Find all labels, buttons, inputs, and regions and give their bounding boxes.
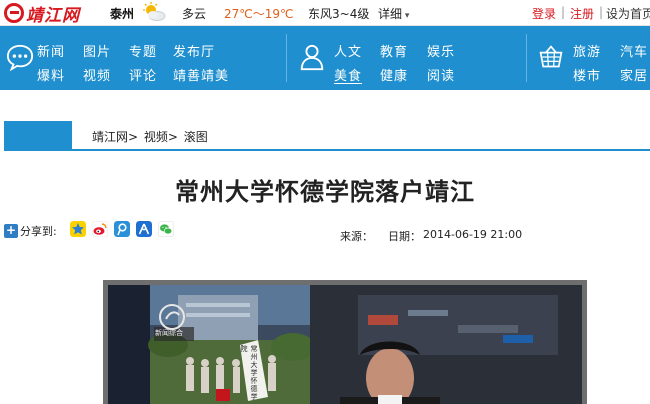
- nav-link-education[interactable]: 教育: [380, 41, 408, 60]
- source-label: 来源：: [340, 230, 373, 243]
- breadcrumb-bar: 靖江网> 视频> 滚图: [4, 121, 650, 151]
- article-title: 常州大学怀德学院落户靖江: [175, 178, 475, 206]
- nav-link-tips[interactable]: 爆料: [37, 65, 65, 84]
- nav-link-press[interactable]: 发布厅: [173, 41, 215, 60]
- date-label: 日期：: [388, 230, 421, 243]
- video-frame[interactable]: 新闻综合 常州大学怀德学院: [108, 285, 582, 404]
- nav-divider: [526, 34, 527, 82]
- nav-link-pictures[interactable]: 图片: [83, 41, 111, 60]
- share-icons: [70, 221, 174, 237]
- register-link[interactable]: 注册: [570, 5, 594, 22]
- breadcrumb-item-site[interactable]: 靖江网>: [92, 130, 138, 144]
- sun-cloud-icon: [143, 2, 166, 21]
- separator: |: [561, 5, 566, 19]
- nav-link-travel[interactable]: 旅游: [573, 41, 601, 60]
- video-player[interactable]: 新闻综合 常州大学怀德学院: [103, 280, 587, 404]
- nav-link-comments[interactable]: 评论: [129, 65, 157, 84]
- plus-icon: +: [4, 223, 18, 238]
- breadcrumb: 靖江网> 视频> 滚图: [92, 128, 210, 145]
- nav-link-video[interactable]: 视频: [83, 65, 111, 84]
- breadcrumb-accent-block: [4, 121, 72, 151]
- nav-link-property[interactable]: 楼市: [573, 65, 601, 84]
- qzone-icon[interactable]: [70, 221, 86, 237]
- weather-detail-link[interactable]: 详细: [378, 5, 409, 22]
- weibo-icon[interactable]: [92, 221, 108, 237]
- breadcrumb-item-video[interactable]: 视频>: [144, 130, 178, 144]
- nav-link-home[interactable]: 家居: [620, 65, 648, 84]
- video-caption: 常州大学怀德学院: [240, 345, 258, 401]
- separator: |: [599, 5, 604, 19]
- nav-link-jingshan[interactable]: 靖善靖美: [173, 65, 229, 84]
- basket-icon: [539, 45, 563, 68]
- nav-link-auto[interactable]: 汽车: [620, 41, 648, 60]
- nav-link-health[interactable]: 健康: [380, 65, 408, 84]
- channel-tag: 新闻综合: [155, 329, 183, 337]
- nav-link-food[interactable]: 美食: [334, 65, 362, 84]
- set-homepage-link[interactable]: 设为首页: [606, 5, 650, 22]
- login-link[interactable]: 登录: [532, 5, 556, 22]
- share-label: 分享到:: [20, 225, 57, 238]
- site-logo[interactable]: 靖江网: [4, 2, 80, 26]
- nav-divider: [286, 34, 287, 82]
- nav-group-life: 旅游 汽车 楼市 家居: [530, 26, 650, 90]
- tencent-weibo-icon[interactable]: [114, 221, 130, 237]
- logo-text: 靖江网: [26, 5, 80, 26]
- wind-text: 东风3~4级: [308, 7, 370, 21]
- logo-e-icon: [4, 3, 24, 23]
- nav-link-reading[interactable]: 阅读: [427, 65, 455, 84]
- nav-link-topics[interactable]: 专题: [129, 41, 157, 60]
- temperature-text: 27℃～19℃: [224, 7, 294, 21]
- person-icon: [300, 44, 324, 71]
- nav-group-culture: 人文 教育 娱乐 美食 健康 阅读: [290, 26, 520, 90]
- share-bar[interactable]: + 分享到:: [4, 222, 57, 240]
- top-bar: 靖江网 泰州 多云 27℃～19℃ 东风3~4级 详细 登录 | 注册 | 设为…: [0, 0, 650, 26]
- publish-date: 2014-06-19 21:00: [423, 228, 523, 241]
- video-still-image: [108, 285, 582, 404]
- nav-link-humanities[interactable]: 人文: [334, 41, 362, 60]
- chat-bubble-icon: [6, 44, 34, 71]
- main-nav: 新闻 图片 专题 发布厅 爆料 视频 评论 靖善靖美 人文 教育 娱乐 美食 健…: [0, 26, 650, 90]
- nav-link-entertainment[interactable]: 娱乐: [427, 41, 455, 60]
- nav-link-news[interactable]: 新闻: [37, 41, 65, 60]
- wechat-icon[interactable]: [158, 221, 174, 237]
- breadcrumb-item-slideshow[interactable]: 滚图: [184, 130, 208, 144]
- renren-icon[interactable]: [136, 221, 152, 237]
- weather-text: 多云: [182, 7, 207, 21]
- weather-city: 泰州: [110, 7, 135, 21]
- nav-group-news: 新闻 图片 专题 发布厅 爆料 视频 评论 靖善靖美: [0, 26, 260, 90]
